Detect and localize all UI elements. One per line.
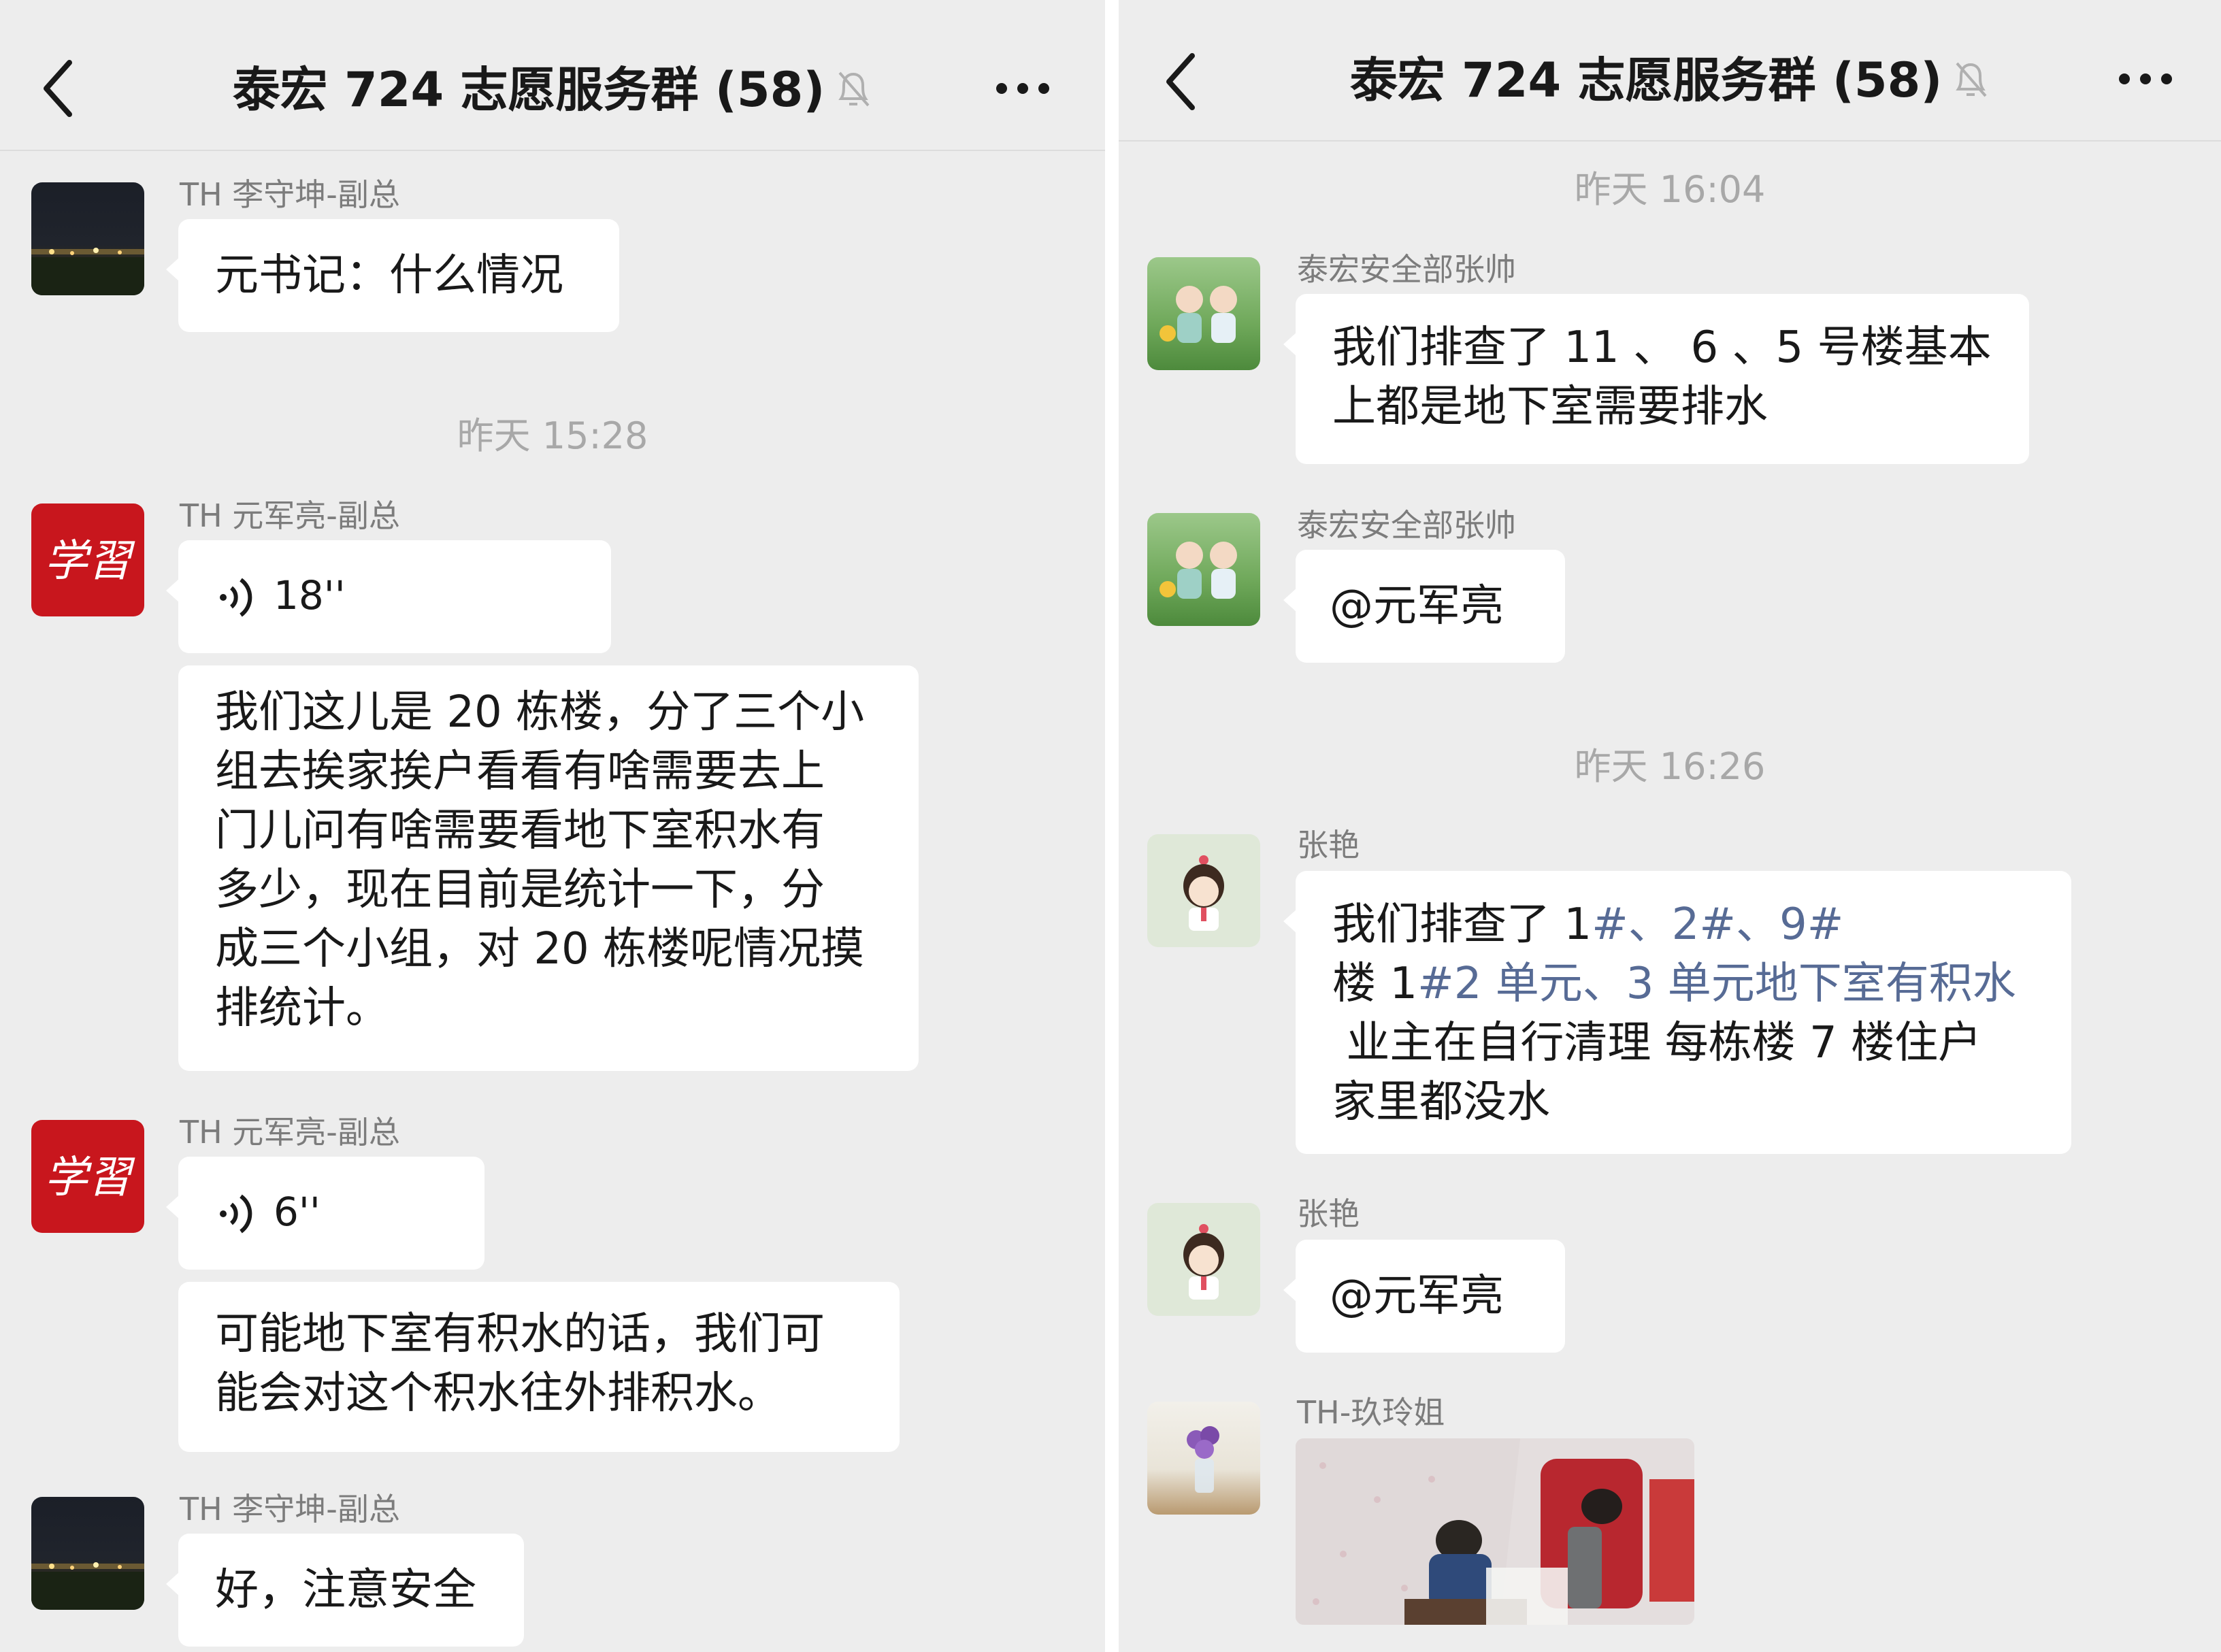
chat-title: 泰宏 724 志愿服务群 (58) — [1119, 46, 2221, 118]
message-bubble[interactable]: 好，注意安全 — [166, 1534, 524, 1647]
avatar-xuexi[interactable]: 学習 — [31, 1120, 144, 1233]
svg-text:学習: 学習 — [44, 536, 135, 587]
hashtag-link[interactable]: #、2#、9# — [1592, 899, 1843, 950]
avatar-li-shoukun[interactable] — [31, 1497, 144, 1610]
nav-bar: 泰宏 724 志愿服务群 (58) — [0, 0, 1105, 151]
voice-message-bubble[interactable]: 18'' — [166, 540, 611, 653]
avatar-jiuling[interactable] — [1147, 1402, 1260, 1515]
more-button[interactable] — [992, 68, 1053, 109]
message-bubble[interactable]: 我们排查了 1#、2#、9# 楼 1#2 单元、3 单元地下室有积水 业主在自行… — [1283, 871, 2071, 1154]
message-bubble[interactable]: 元书记：什么情况 — [166, 219, 619, 332]
avatar-xuexi[interactable]: 学習 — [31, 503, 144, 616]
sender-name: TH 元军亮-副总 — [180, 1114, 400, 1151]
message-line: 门儿问有啥需要看地下室积水有 — [215, 806, 825, 856]
avatar-zhang-shuai[interactable] — [1147, 513, 1260, 626]
chat-screen-left: 泰宏 724 志愿服务群 (58) TH 李守坤-副总 元书记：什么情况 昨天 … — [0, 0, 1105, 1652]
svg-text:学習: 学習 — [44, 1153, 135, 1203]
image-message[interactable] — [1296, 1438, 1694, 1625]
voice-duration: 18'' — [274, 572, 346, 618]
message-bubble[interactable]: 我们排查了 11 、 6 、5 号楼基本 上都是地下室需要排水 — [1283, 294, 2029, 464]
message-text-part: 我们排查了 1 — [1332, 899, 1592, 950]
chat-screen-right: 泰宏 724 志愿服务群 (58) 昨天 16:04 泰宏安全部张帅 我们排查了… — [1119, 0, 2221, 1652]
sender-name: TH 李守坤-副总 — [180, 1491, 400, 1527]
message-text: @元军亮 — [1330, 581, 1504, 631]
bell-slash-icon — [834, 59, 872, 127]
avatar-li-shoukun[interactable] — [31, 182, 144, 295]
message-line: 排统计。 — [215, 983, 389, 1034]
panel-divider — [1105, 0, 1119, 1652]
sender-name: 泰宏安全部张帅 — [1297, 251, 1516, 288]
sender-name: TH-玖玲姐 — [1297, 1394, 1445, 1431]
message-line: 多少，现在目前是统计一下，分 — [215, 865, 825, 915]
nav-bar: 泰宏 724 志愿服务群 (58) — [1119, 0, 2221, 142]
message-text: @元军亮 — [1330, 1271, 1504, 1321]
sender-name: 泰宏安全部张帅 — [1297, 507, 1516, 544]
voice-wave-icon — [220, 1194, 252, 1234]
message-line: 上都是地下室需要排水 — [1332, 382, 1768, 432]
message-line: 家里都没水 — [1332, 1077, 1550, 1127]
message-line: 我们排查了 11 、 6 、5 号楼基本 — [1332, 323, 1992, 373]
ellipsis-icon — [2119, 73, 2172, 84]
message-text: 元书记：什么情况 — [215, 250, 563, 301]
avatar-zhang-shuai[interactable] — [1147, 257, 1260, 370]
sender-name: TH 元军亮-副总 — [180, 497, 400, 534]
timestamp: 昨天 15:28 — [457, 414, 648, 457]
message-line: 能会对这个积水往外排积水。 — [215, 1368, 781, 1419]
chat-title: 泰宏 724 志愿服务群 (58) — [0, 56, 1105, 127]
message-line: 我们排查了 1#、2#、9# — [1332, 895, 2035, 955]
message-line: 业主在自行清理 每栋楼 7 楼住户 — [1332, 1018, 1982, 1068]
message-line: 可能地下室有积水的话，我们可 — [215, 1309, 825, 1359]
sender-name: TH 李守坤-副总 — [180, 176, 400, 213]
message-line: 组去挨家挨户看看有啥需要去上 — [215, 746, 825, 797]
avatar-zhang-yan[interactable] — [1147, 1203, 1260, 1316]
flooded-basement-photo — [1296, 1438, 1694, 1625]
sender-name: 张艳 — [1297, 827, 1360, 863]
ellipsis-icon — [996, 83, 1049, 94]
message-bubble[interactable]: @元军亮 — [1283, 550, 1565, 663]
message-line: 我们这儿是 20 栋楼，分了三个小 — [215, 687, 865, 738]
chat-title-text: 泰宏 724 志愿服务群 (58) — [1349, 52, 1943, 108]
hashtag-link[interactable]: #2 单元、3 单元地下室有积水 — [1417, 959, 2016, 1009]
message-text-part: 楼 1 — [1332, 959, 1418, 1009]
voice-wave-icon — [220, 578, 252, 617]
chat-title-text: 泰宏 724 志愿服务群 (58) — [232, 62, 825, 118]
message-line: 成三个小组，对 20 栋楼呢情况摸 — [215, 924, 865, 974]
message-line: 楼 1#2 单元、3 单元地下室有积水 — [1332, 955, 2035, 1014]
message-bubble[interactable]: @元军亮 — [1283, 1240, 1565, 1353]
message-text: 好，注意安全 — [215, 1565, 476, 1615]
message-bubble[interactable]: 可能地下室有积水的话，我们可 能会对这个积水往外排积水。 — [178, 1282, 900, 1452]
timestamp: 昨天 16:04 — [1574, 168, 1766, 211]
more-button[interactable] — [2115, 59, 2176, 99]
voice-message-bubble[interactable]: 6'' — [166, 1157, 484, 1270]
avatar-zhang-yan[interactable] — [1147, 834, 1260, 947]
voice-duration: 6'' — [274, 1189, 320, 1235]
bell-slash-icon — [1952, 50, 1990, 118]
message-bubble[interactable]: 我们这儿是 20 栋楼，分了三个小 组去挨家挨户看看有啥需要去上 门儿问有啥需要… — [178, 665, 919, 1071]
timestamp: 昨天 16:26 — [1574, 745, 1766, 788]
sender-name: 张艳 — [1297, 1195, 1360, 1232]
